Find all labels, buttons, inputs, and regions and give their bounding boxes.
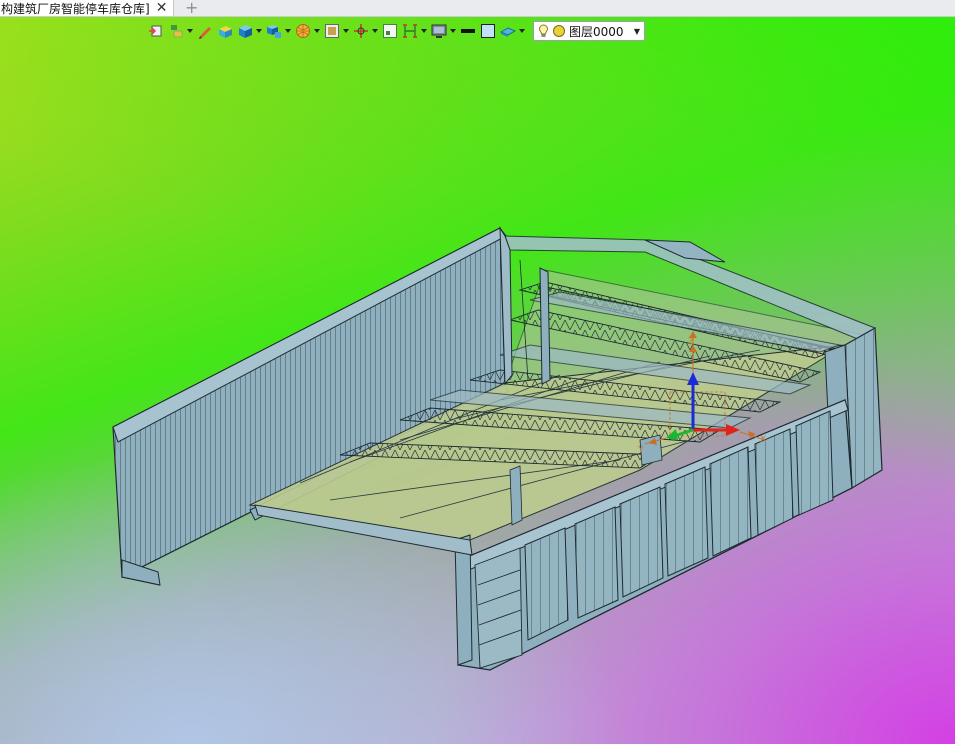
chevron-down-icon	[519, 29, 525, 33]
fill-color-button[interactable]	[480, 20, 496, 42]
gizmo-y-label: Y	[637, 445, 644, 455]
layer-name: 图层0000	[569, 24, 624, 39]
section-icon	[403, 24, 417, 38]
cube-icon	[239, 25, 252, 38]
sketch-button[interactable]	[197, 20, 213, 42]
monitor-icon	[431, 24, 447, 38]
layer-tree-icon	[171, 25, 183, 38]
cube-stack-button[interactable]	[266, 20, 291, 42]
axis-pan-icon	[354, 24, 368, 38]
line-black-icon	[461, 29, 475, 33]
box-yellow-button[interactable]	[217, 20, 233, 42]
chevron-down-icon	[314, 29, 320, 33]
exit-view-button[interactable]	[148, 20, 164, 42]
chevron-down-icon	[372, 29, 378, 33]
pencil-icon	[199, 27, 211, 39]
layer-select[interactable]: 图层0000 ▼	[533, 21, 645, 41]
warehouse-3d-model[interactable]: Z X Y	[0, 0, 955, 744]
gizmo-x-label: X	[760, 435, 766, 445]
window-icon	[383, 24, 397, 38]
chevron-down-icon	[450, 29, 456, 33]
new-tab-icon[interactable]: +	[185, 0, 198, 17]
section-button[interactable]	[402, 20, 427, 42]
window-button[interactable]	[382, 20, 398, 42]
sphere-button[interactable]	[295, 20, 320, 42]
plane-button[interactable]	[500, 20, 525, 42]
chevron-down-icon	[187, 29, 193, 33]
chevron-down-icon	[256, 29, 262, 33]
close-icon[interactable]: ✕	[156, 1, 168, 15]
cube-stack-icon	[267, 25, 281, 38]
sphere-icon	[296, 24, 310, 38]
fill-box-icon	[481, 24, 495, 38]
box-yellow-icon	[219, 26, 232, 38]
lightbulb-icon[interactable]	[538, 24, 549, 38]
monitor-button[interactable]	[431, 20, 456, 42]
chevron-down-icon: ▼	[633, 26, 640, 36]
chevron-down-icon	[421, 29, 427, 33]
3d-viewport[interactable]: Z X Y 图层0000 ▼ 构建筑厂房智能停车库仓库] ✕ +	[0, 0, 955, 744]
view-toolbar: 图层0000 ▼	[148, 19, 645, 43]
axis-pan-button[interactable]	[353, 20, 378, 42]
chevron-down-icon	[343, 29, 349, 33]
gizmo-z-label: Z	[688, 337, 694, 347]
line-style-button[interactable]	[460, 20, 476, 42]
document-tab-title: 构建筑厂房智能停车库仓库]	[1, 1, 150, 16]
document-tab[interactable]: 构建筑厂房智能停车库仓库] ✕	[0, 0, 175, 16]
cube-button[interactable]	[237, 20, 262, 42]
plane-icon	[500, 27, 516, 37]
frame-button[interactable]	[324, 20, 349, 42]
layer-tree-button[interactable]	[168, 20, 193, 42]
exit-view-icon	[149, 25, 162, 37]
frame-icon	[325, 24, 339, 38]
chevron-down-icon	[285, 29, 291, 33]
document-tab-bar: 构建筑厂房智能停车库仓库] ✕ +	[0, 0, 955, 17]
layer-color-icon[interactable]	[552, 24, 566, 38]
